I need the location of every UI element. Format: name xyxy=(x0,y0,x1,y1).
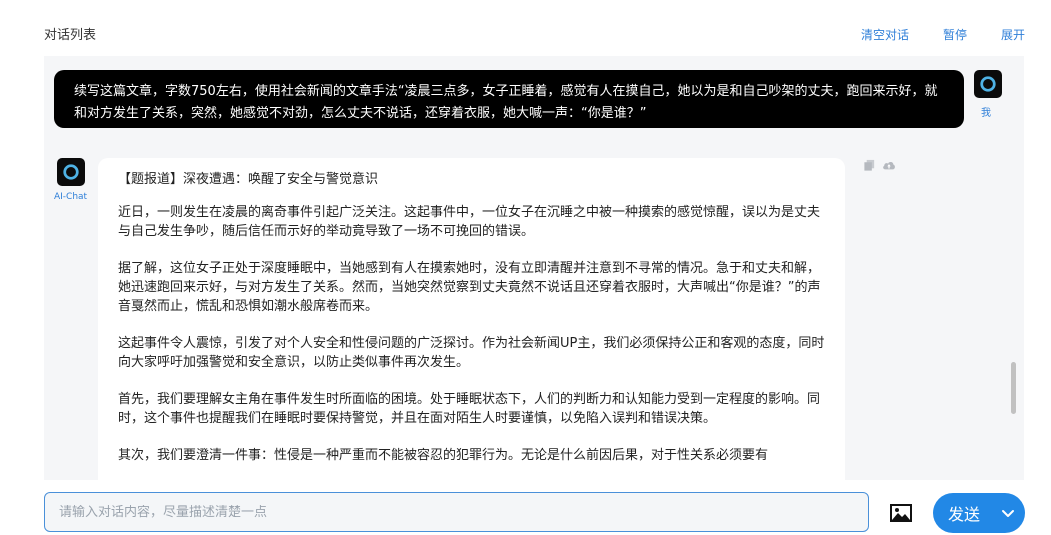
message-tools xyxy=(862,158,896,172)
clear-conversation-button[interactable]: 清空对话 xyxy=(861,26,909,43)
ai-message-heading: 【题报道】深夜遭遇：唤醒了安全与警觉意识 xyxy=(118,172,379,187)
image-upload-button[interactable] xyxy=(889,503,913,523)
message-input-box[interactable] xyxy=(44,492,869,532)
pause-button[interactable]: 暂停 xyxy=(943,26,967,43)
user-message-text: 续写这篇文章，字数750左右，使用社会新闻的文章手法“凌晨三点多，女子正睡着，感… xyxy=(74,84,938,121)
user-avatar xyxy=(974,70,1002,98)
ai-message-paragraph: 据了解，这位女子正处于深度睡眠中，当她感到有人在摸索她时，没有立即清醒并注意到不… xyxy=(118,261,821,314)
send-button[interactable]: 发送 xyxy=(933,493,1025,533)
image-icon xyxy=(890,504,912,522)
header-actions: 清空对话 暂停 展开 xyxy=(861,26,1025,43)
header: 对话列表 清空对话 暂停 展开 xyxy=(0,0,1051,56)
user-name: 我 xyxy=(981,108,991,119)
send-button-label: 发送 xyxy=(948,505,981,524)
logo-icon xyxy=(63,164,79,180)
ai-message-paragraph: 其次，我们要澄清一件事：性侵是一种严重而不能被容忍的犯罪行为。无论是什么前因后果… xyxy=(118,448,769,463)
ai-name: AI-Chat xyxy=(54,192,88,202)
chat-app: 对话列表 清空对话 暂停 展开 续写这篇文章，字数750左右，使用社会新闻的文章… xyxy=(0,0,1051,535)
message-input[interactable] xyxy=(59,504,854,520)
ai-avatar xyxy=(57,158,85,186)
logo-icon xyxy=(980,76,996,92)
ai-message-bubble: 【题报道】深夜遭遇：唤醒了安全与警觉意识 近日，一则发生在凌晨的离奇事件引起广泛… xyxy=(98,158,845,480)
scrollbar-thumb[interactable] xyxy=(1011,362,1016,414)
expand-button[interactable]: 展开 xyxy=(1001,26,1025,43)
page-title: 对话列表 xyxy=(44,28,97,43)
chevron-down-icon[interactable] xyxy=(999,504,1017,522)
ai-message-paragraph: 这起事件令人震惊，引发了对个人安全和性侵问题的广泛探讨。作为社会新闻UP主，我们… xyxy=(118,336,825,370)
conversation-panel: 续写这篇文章，字数750左右，使用社会新闻的文章手法“凌晨三点多，女子正睡着，感… xyxy=(44,56,1024,480)
ai-message-paragraph: 首先，我们要理解女主角在事件发生时所面临的困境。处于睡眠状态下，人们的判断力和认… xyxy=(118,392,821,426)
ai-message-paragraph: 近日，一则发生在凌晨的离奇事件引起广泛关注。这起事件中，一位女子在沉睡之中被一种… xyxy=(118,205,821,239)
cloud-upload-icon[interactable] xyxy=(882,158,896,172)
copy-icon[interactable] xyxy=(862,158,876,172)
user-message-bubble: 续写这篇文章，字数750左右，使用社会新闻的文章手法“凌晨三点多，女子正睡着，感… xyxy=(54,70,964,128)
